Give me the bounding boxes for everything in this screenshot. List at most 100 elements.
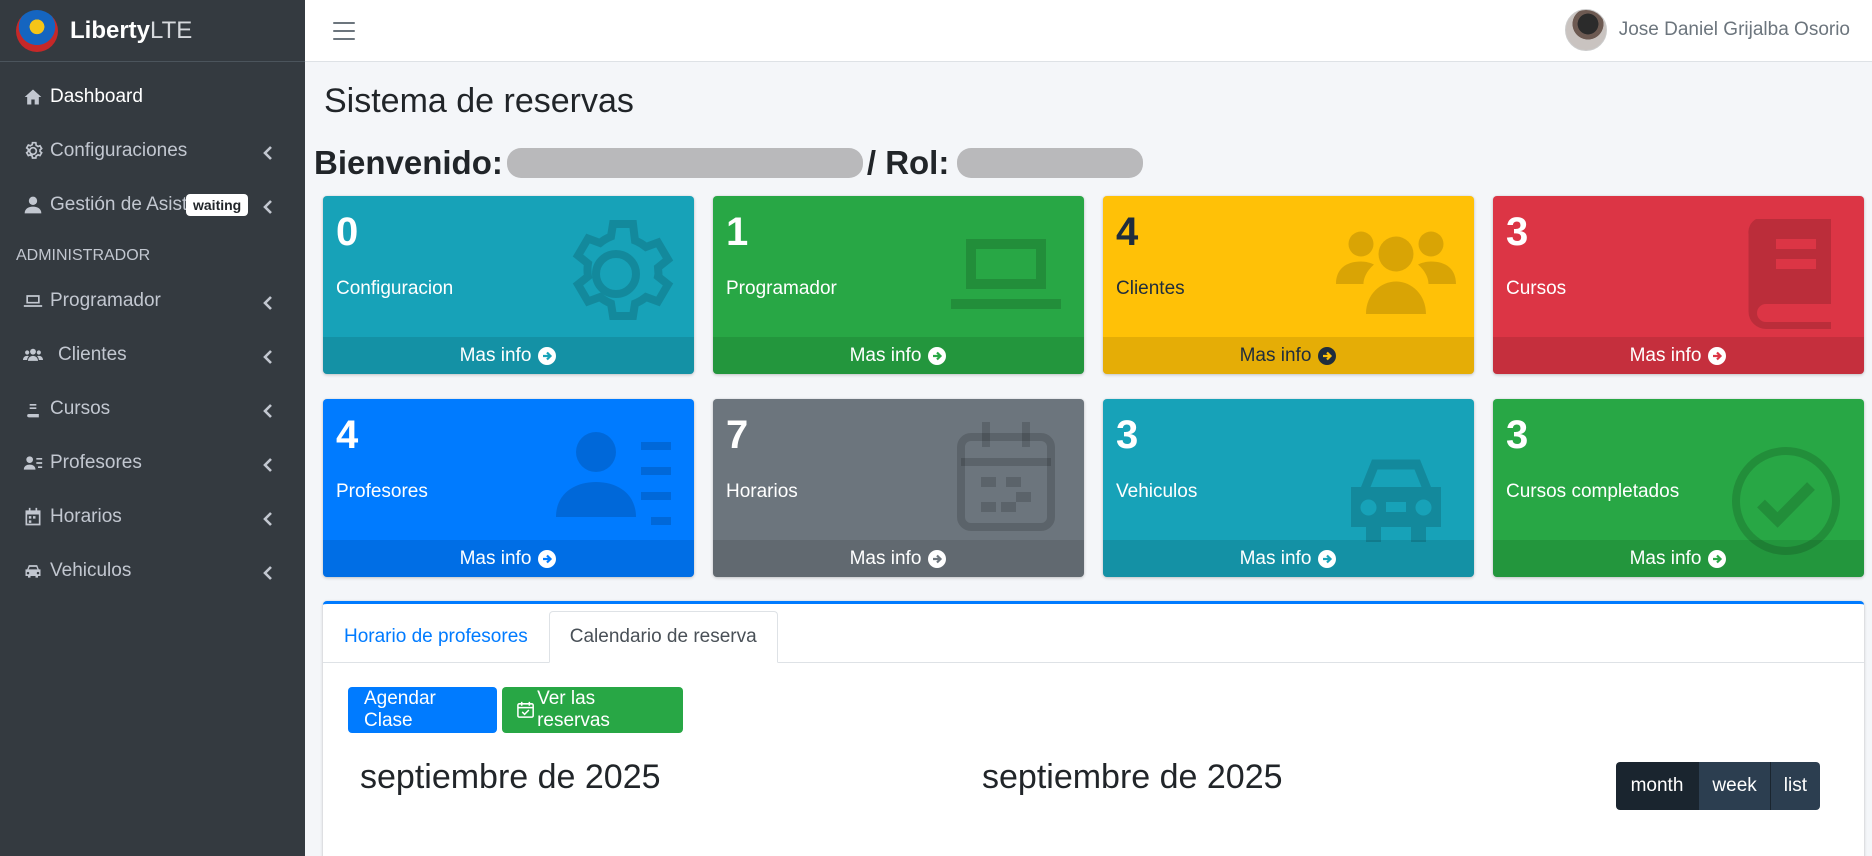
gear-icon: [556, 214, 676, 334]
redacted-email: [506, 148, 863, 178]
sidebar-item-cursos[interactable]: Cursos: [0, 382, 305, 436]
arrow-circle-right-icon: [1707, 549, 1727, 569]
sidebar-item-dashboard[interactable]: Dashboard: [0, 70, 305, 124]
sidebar-item-label: Vehiculos: [50, 560, 132, 581]
chevron-left-icon: [261, 198, 275, 214]
stat-box-cursos-completados: 3 Cursos completados Mas info: [1493, 399, 1864, 577]
view-list-button[interactable]: list: [1769, 762, 1820, 810]
stat-number: 3: [1506, 210, 1529, 254]
more-info-link[interactable]: Mas info: [1493, 337, 1864, 374]
chevron-left-icon: [261, 456, 275, 472]
book-icon: [1726, 214, 1846, 334]
top-navbar: Jose Daniel Grijalba Osorio: [305, 0, 1872, 62]
stat-label: Horarios: [726, 481, 798, 502]
more-info-label: Mas info: [1629, 344, 1702, 366]
more-info-label: Mas info: [459, 344, 532, 366]
brand-link[interactable]: LibertyLTE: [0, 0, 305, 62]
tab-horario-profesores[interactable]: Horario de profesores: [323, 611, 549, 663]
stats-row-2: 4 Profesores Mas info 7 Horarios Mas inf…: [323, 399, 1864, 577]
view-week-button[interactable]: week: [1698, 762, 1770, 810]
more-info-link[interactable]: Mas info: [323, 337, 694, 374]
menu-toggle-icon[interactable]: [333, 21, 355, 40]
more-info-label: Mas info: [849, 547, 922, 569]
sidebar-item-gestion-asistencia[interactable]: Gestión de Asistencia waiting: [0, 178, 305, 232]
sidebar-item-label: Horarios: [50, 506, 122, 527]
arrow-circle-right-icon: [927, 549, 947, 569]
stat-label: Clientes: [1116, 278, 1185, 299]
more-info-label: Mas info: [1239, 547, 1312, 569]
user-menu[interactable]: Jose Daniel Grijalba Osorio: [1564, 2, 1850, 58]
sidebar-item-label: Cursos: [50, 398, 111, 419]
sidebar-item-configuraciones[interactable]: Configuraciones: [0, 124, 305, 178]
more-info-link[interactable]: Mas info: [1103, 540, 1474, 577]
tab-calendario-reserva[interactable]: Calendario de reserva: [548, 611, 778, 663]
arrow-circle-right-icon: [1317, 549, 1337, 569]
arrow-circle-right-icon: [927, 346, 947, 366]
calendar-title: septiembre de 2025: [982, 758, 1283, 796]
address-card-icon: [556, 417, 676, 537]
stat-number: 4: [336, 413, 359, 457]
stat-number: 3: [1506, 413, 1529, 457]
calendar-view-switcher: month week list: [1615, 762, 1820, 810]
main-content: Sistema de reservas Bienvenido: / Rol: 0…: [305, 62, 1872, 856]
user-name: Jose Daniel Grijalba Osorio: [1618, 19, 1850, 40]
stat-label: Configuracion: [336, 278, 454, 299]
sidebar-item-clientes[interactable]: Clientes: [0, 328, 305, 382]
stat-box-profesores: 4 Profesores Mas info: [323, 399, 694, 577]
stat-number: 7: [726, 413, 749, 457]
more-info-label: Mas info: [1629, 547, 1702, 569]
more-info-link[interactable]: Mas info: [1103, 337, 1474, 374]
role-label: / Rol:: [866, 144, 950, 181]
sidebar-nav: Dashboard Configuraciones Gestión de Asi…: [0, 62, 305, 598]
user-icon: [20, 195, 46, 215]
stat-number: 4: [1116, 210, 1139, 254]
chevron-left-icon: [261, 510, 275, 526]
stat-number: 3: [1116, 413, 1139, 457]
car-icon: [1336, 437, 1456, 557]
chevron-left-icon: [261, 294, 275, 310]
chevron-left-icon: [261, 348, 275, 364]
stat-label: Cursos completados: [1506, 481, 1680, 502]
more-info-link[interactable]: Mas info: [713, 540, 1084, 577]
tab-list: Horario de profesores Calendario de rese…: [323, 604, 1864, 663]
sidebar-item-profesores[interactable]: Profesores: [0, 436, 305, 490]
more-info-label: Mas info: [849, 344, 922, 366]
more-info-link[interactable]: Mas info: [713, 337, 1084, 374]
users-icon: [20, 345, 46, 365]
sidebar-item-horarios[interactable]: Horarios: [0, 490, 305, 544]
stat-box-programador: 1 Programador Mas info: [713, 196, 1084, 374]
stat-label: Profesores: [336, 481, 428, 502]
stat-number: 1: [726, 210, 749, 254]
arrow-circle-right-icon: [537, 549, 557, 569]
stat-box-configuracion: 0 Configuracion Mas info: [323, 196, 694, 374]
home-icon: [20, 87, 46, 107]
laptop-icon: [20, 291, 46, 311]
calendar-icon: [946, 417, 1066, 537]
more-info-link[interactable]: Mas info: [323, 540, 694, 577]
arrow-circle-right-icon: [537, 346, 557, 366]
status-badge: waiting: [186, 194, 249, 216]
arrow-circle-right-icon: [1707, 346, 1727, 366]
ver-reservas-label: Ver las reservas: [537, 688, 610, 731]
agendar-clase-button[interactable]: Agendar Clase: [348, 687, 497, 733]
users-icon: [1336, 214, 1456, 334]
calendar-icon: [20, 507, 46, 527]
stat-box-vehiculos: 3 Vehiculos Mas info: [1103, 399, 1474, 577]
stat-box-clientes: 4 Clientes Mas info: [1103, 196, 1474, 374]
view-month-button[interactable]: month: [1615, 762, 1699, 810]
more-info-link[interactable]: Mas info: [1493, 540, 1864, 577]
address-card-icon: [20, 453, 46, 473]
ver-reservas-button[interactable]: Ver las reservas: [502, 687, 683, 733]
stat-label: Cursos: [1506, 278, 1567, 299]
sidebar-item-programador[interactable]: Programador: [0, 274, 305, 328]
arrow-circle-right-icon: [1317, 346, 1337, 366]
sidebar-section-header: ADMINISTRADOR: [16, 247, 151, 264]
brand-logo: [16, 9, 58, 52]
sidebar-item-vehiculos[interactable]: Vehiculos: [0, 544, 305, 598]
sidebar-item-label: Clientes: [58, 344, 127, 365]
avatar: [1564, 9, 1607, 51]
sidebar-item-label: Programador: [50, 290, 161, 311]
gear-icon: [20, 141, 46, 161]
chevron-left-icon: [261, 564, 275, 580]
welcome-label: Bienvenido:: [314, 144, 503, 181]
